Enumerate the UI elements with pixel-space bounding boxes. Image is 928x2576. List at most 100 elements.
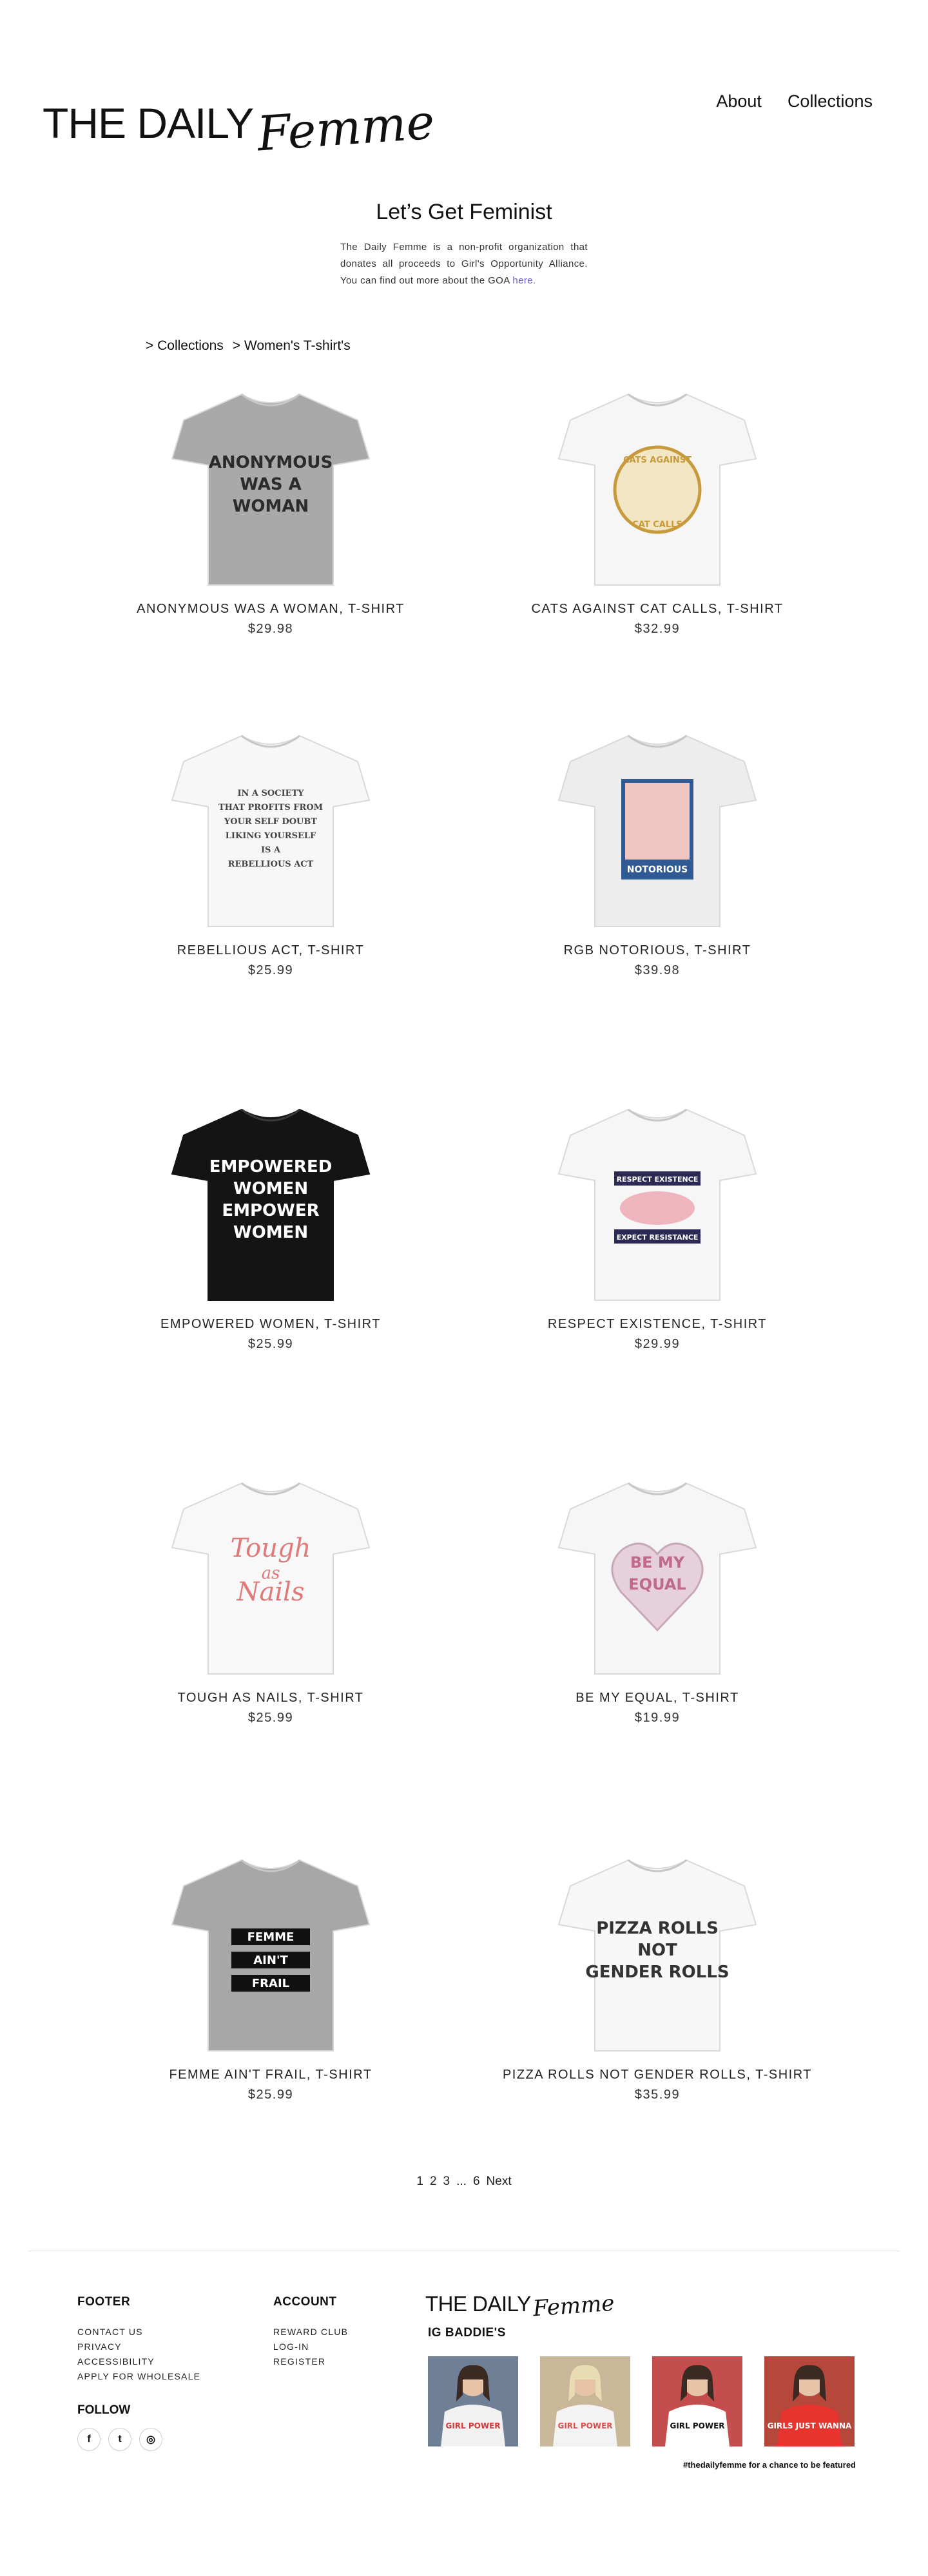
product-image[interactable]: ANONYMOUS WAS A WOMAN — [164, 380, 377, 593]
print-text: WAS A — [240, 475, 302, 494]
footer-logo-text: THE DAILY — [425, 2292, 531, 2316]
instagram-post[interactable]: GIRL POWER — [540, 2356, 630, 2446]
tshirt-graphic: IN A SOCIETY THAT PROFITS FROM YOUR SELF D… — [171, 735, 371, 927]
shirt-print-text: GIRLS JUST WANNA — [768, 2421, 852, 2430]
product-name[interactable]: PIZZA ROLLS NOT GENDER ROLLS, T-SHIRT — [477, 2068, 838, 2082]
site-logo[interactable]: THE DAILY Femme — [43, 67, 436, 162]
product-card[interactable]: BE MY EQUAL BE MY EQUAL, T-SHIRT $19.99 — [477, 1469, 838, 1725]
goa-link[interactable]: here. — [512, 275, 536, 286]
reward-club-link[interactable]: REWARD CLUB — [273, 2325, 348, 2340]
product-name[interactable]: ANONYMOUS WAS A WOMAN, T-SHIRT — [90, 602, 451, 617]
print-text: NOTORIOUS — [627, 865, 688, 875]
product-price: $29.98 — [247, 622, 294, 636]
breadcrumb: > Collections > Women's T-shirt's — [146, 338, 351, 354]
tshirt-graphic: ToughasNails — [171, 1482, 371, 1675]
breadcrumb-womens-tshirts[interactable]: > Women's T-shirt's — [233, 338, 351, 354]
shirt-print-text: GIRL POWER — [445, 2421, 500, 2430]
ig-caption: #thedailyfemme for a chance to be featur… — [682, 2460, 856, 2470]
product-name[interactable]: BE MY EQUAL, T-SHIRT — [477, 1691, 838, 1706]
product-image[interactable]: BE MY EQUAL — [551, 1469, 764, 1682]
apply-wholesale-link[interactable]: APPLY FOR WHOLESALE — [77, 2369, 200, 2384]
footer-logo-script: Femme — [532, 2290, 615, 2322]
pagination-page[interactable]: 3 — [443, 2175, 450, 2188]
product-name[interactable]: RGB NOTORIOUS, T-SHIRT — [477, 943, 838, 958]
product-name[interactable]: EMPOWERED WOMEN, T-SHIRT — [90, 1317, 451, 1332]
product-card[interactable]: NOTORIOUS RGB NOTORIOUS, T-SHIRT $39.98 — [477, 722, 838, 978]
product-card[interactable]: PIZZA ROLLS NOT GENDER ROLLS PIZZA ROLLS NO… — [477, 1846, 838, 2102]
contact-us-link[interactable]: CONTACT US — [77, 2325, 200, 2340]
twitter-icon[interactable]: t — [108, 2428, 131, 2451]
print-text: LIKING YOURSELF — [226, 831, 316, 841]
print-text: ANONYMOUS — [209, 453, 333, 472]
footer-logo[interactable]: THE DAILY Femme — [425, 2291, 615, 2322]
product-price: $25.99 — [247, 1711, 294, 1725]
instagram-post[interactable]: GIRLS JUST WANNA — [764, 2356, 855, 2446]
facebook-icon[interactable]: f — [77, 2428, 101, 2451]
page-title: Let’s Get Feminist — [376, 200, 552, 224]
nav-collections[interactable]: Collections — [788, 91, 873, 111]
tshirt-graphic: FEMME AIN'T FRAIL — [171, 1859, 371, 2052]
product-card[interactable]: ANONYMOUS WAS A WOMAN ANONYMOUS WAS A WOMAN… — [90, 380, 451, 637]
product-name[interactable]: TOUGH AS NAILS, T-SHIRT — [90, 1691, 451, 1706]
product-price: $25.99 — [247, 2088, 294, 2102]
account-column: ACCOUNT REWARD CLUB LOG-IN REGISTER — [273, 2295, 348, 2369]
product-card[interactable]: FEMME AIN'T FRAIL FEMME AIN'T FRAIL, T-SHIR… — [90, 1846, 451, 2102]
instagram-gallery: GIRL POWER GIRL POWER GIRL POWER GIRLS JUST… — [428, 2356, 855, 2446]
product-name[interactable]: CATS AGAINST CAT CALLS, T-SHIRT — [477, 602, 838, 617]
print-text: Tough — [231, 1533, 311, 1563]
product-price: $25.99 — [247, 963, 294, 977]
product-image[interactable]: Tough as Nails — [164, 1469, 377, 1682]
privacy-link[interactable]: PRIVACY — [77, 2340, 200, 2354]
product-name[interactable]: RESPECT EXISTENCE, T-SHIRT — [477, 1317, 838, 1332]
pagination-page[interactable]: 2 — [430, 2175, 437, 2188]
product-image[interactable]: IN A SOCIETY THAT PROFITS FROM YOUR SELF D… — [164, 722, 377, 934]
accessibility-link[interactable]: ACCESSIBILITY — [77, 2354, 200, 2369]
tshirt-graphic: RESPECT EXISTENCE EXPECT RESISTANCE — [557, 1108, 757, 1301]
tshirt-graphic: CATS AGAINST CAT CALLS — [557, 393, 757, 586]
breadcrumb-collections[interactable]: > Collections — [146, 338, 224, 354]
instagram-post[interactable]: GIRL POWER — [428, 2356, 518, 2446]
product-image[interactable]: NOTORIOUS — [551, 722, 764, 934]
instagram-icon[interactable]: ◎ — [139, 2428, 162, 2451]
print-text: PIZZA ROLLS — [596, 1919, 719, 1938]
print-text: FRAIL — [252, 1977, 289, 1990]
pagination-page[interactable]: 6 — [473, 2175, 480, 2188]
product-price: $39.98 — [634, 963, 681, 977]
pagination-next[interactable]: Next — [487, 2175, 512, 2188]
product-image[interactable]: PIZZA ROLLS NOT GENDER ROLLS — [551, 1846, 764, 2059]
product-image[interactable]: RESPECT EXISTENCE EXPECT RESISTANCE — [551, 1095, 764, 1308]
product-image[interactable]: FEMME AIN'T FRAIL — [164, 1846, 377, 2059]
pagination-page[interactable]: 1 — [416, 2175, 423, 2188]
product-image[interactable]: EMPOWERED WOMEN EMPOWER WOMEN — [164, 1095, 377, 1308]
instagram-post[interactable]: GIRL POWER — [652, 2356, 742, 2446]
log-in-link[interactable]: LOG-IN — [273, 2340, 348, 2354]
print-text: CAT CALLS — [632, 520, 682, 530]
product-name[interactable]: FEMME AIN'T FRAIL, T-SHIRT — [90, 2068, 451, 2082]
product-price: $25.99 — [247, 1337, 294, 1351]
product-image[interactable]: CATS AGAINST CAT CALLS — [551, 380, 764, 593]
pagination-ellipsis: ... — [456, 2175, 467, 2188]
account-heading: ACCOUNT — [273, 2295, 337, 2309]
intro-section: Let’s Get Feminist The Daily Femme is a … — [0, 200, 928, 289]
product-price: $29.99 — [634, 1337, 681, 1351]
product-card[interactable]: Tough as Nails TOUGH AS NAILS, T-SHIRT $25.9… — [90, 1469, 451, 1725]
register-link[interactable]: REGISTER — [273, 2354, 348, 2369]
print-text: EXPECT RESISTANCE — [617, 1233, 699, 1242]
logo-text: THE DAILY — [43, 99, 254, 147]
product-card[interactable]: IN A SOCIETY THAT PROFITS FROM YOUR SELF D… — [90, 722, 451, 978]
nav-about[interactable]: About — [716, 91, 762, 111]
shirt-print-text: GIRL POWER — [557, 2421, 612, 2430]
print-text: GENDER ROLLS — [585, 1963, 729, 1982]
product-card[interactable]: CATS AGAINST CAT CALLS CATS AGAINST CAT CA… — [477, 380, 838, 637]
product-name[interactable]: REBELLIOUS ACT, T-SHIRT — [90, 943, 451, 958]
pagination: 1 2 3... 6 Next — [0, 2175, 928, 2189]
print-text: REBELLIOUS ACT — [228, 860, 314, 869]
print-text: EMPOWER — [222, 1201, 319, 1220]
print-text: EMPOWERED — [209, 1157, 333, 1177]
paint-splash — [620, 1191, 695, 1225]
product-card[interactable]: RESPECT EXISTENCE EXPECT RESISTANCE RESPEC… — [477, 1095, 838, 1352]
print-text: EQUAL — [628, 1575, 686, 1593]
print-text: IN A SOCIETY — [237, 789, 304, 798]
print-text: BE MY — [630, 1553, 685, 1572]
product-card[interactable]: EMPOWERED WOMEN EMPOWER WOMEN EMPOWERED WOME… — [90, 1095, 451, 1352]
